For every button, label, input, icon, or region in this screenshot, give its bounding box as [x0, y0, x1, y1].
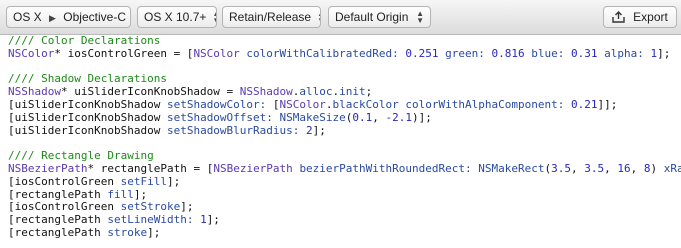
- export-label: Export: [633, 10, 668, 24]
- code-token: )];: [412, 110, 432, 124]
- origin-label: Default Origin: [335, 10, 409, 24]
- code-token: [rectanglePath: [8, 213, 108, 227]
- up-down-arrows-icon: ▲▼: [317, 10, 320, 25]
- code-token: alpha:: [604, 46, 644, 60]
- code-token: 0.251: [405, 46, 439, 60]
- code-token: 0.816: [491, 46, 525, 60]
- code-token: ];: [180, 200, 194, 214]
- code-token: 0.21: [570, 97, 598, 111]
- code-token: * uiSliderIconKnobShadow =: [60, 85, 240, 99]
- code-token: ];: [657, 46, 671, 60]
- code-token: 16: [617, 161, 631, 175]
- code-token: [rectanglePath: [8, 187, 108, 201]
- code-token: setStroke: [120, 200, 181, 214]
- code-token: NSColor: [279, 97, 326, 111]
- code-token: -2.1: [385, 110, 413, 124]
- code-token: 0.1: [352, 110, 373, 124]
- share-icon: [612, 11, 625, 23]
- code-token: setFill: [120, 174, 167, 188]
- code-token: ];: [166, 174, 181, 188]
- code-token: [uiSliderIconKnobShadow: [8, 97, 167, 111]
- language-platform-label: OS X: [13, 10, 42, 24]
- code-token: fill: [107, 187, 134, 201]
- code-token: ];: [133, 187, 148, 201]
- code-token: * iosControlGreen = [: [54, 46, 194, 60]
- chevron-right-icon: ▶: [49, 13, 56, 23]
- code-token: [iosControlGreen: [8, 200, 121, 214]
- code-token: NSColor: [193, 46, 240, 60]
- code-token: .: [325, 97, 333, 111]
- up-down-arrows-icon: ▲▼: [212, 10, 216, 25]
- code-token: 1: [200, 213, 207, 227]
- up-down-arrows-icon: ▲▼: [416, 9, 424, 25]
- code-token: ];: [147, 225, 161, 239]
- code-token: //// Shadow Declarations: [8, 72, 167, 86]
- code-token: ,: [630, 161, 644, 175]
- code-token: colorWithCalibratedRed:: [246, 46, 399, 60]
- code-token: bezierPathWithRoundedRect:: [299, 161, 472, 175]
- code-token: NSMakeRect: [478, 161, 545, 175]
- code-token: NSShadow: [239, 85, 293, 99]
- code-token: init: [339, 85, 366, 99]
- code-token: [uiSliderIconKnobShadow: [8, 110, 167, 124]
- language-name-label: Objective-C: [63, 10, 126, 24]
- toolbar: OS X ▶ Objective-C ▲▼ OS X 10.7+ ▲▼ Reta…: [0, 0, 681, 35]
- code-token: ];: [312, 123, 326, 137]
- code-token: NSColor: [8, 46, 55, 60]
- code-token: blackColor: [332, 97, 399, 111]
- code-token: NSShadow: [8, 85, 61, 99]
- code-token: blue:: [531, 46, 565, 60]
- code-token: NSMakeSize: [279, 110, 346, 124]
- code-token: [: [266, 97, 280, 111]
- code-token: green:: [445, 46, 485, 60]
- code-token: alloc: [299, 85, 333, 99]
- os-version-label: OS X 10.7+: [144, 10, 207, 24]
- code-token: NSBezierPath: [213, 161, 293, 175]
- code-token: NSBezierPath: [8, 161, 88, 175]
- code-token: setShadowOffset:: [166, 110, 273, 124]
- memory-mode-popup-button[interactable]: Retain/Release ▲▼: [222, 6, 321, 28]
- language-popup-button[interactable]: OS X ▶ Objective-C ▲▼: [6, 6, 131, 28]
- code-token: 3.5: [551, 161, 571, 175]
- code-token: 0.31: [571, 46, 598, 60]
- code-token: //// Color Declarations: [8, 35, 161, 47]
- code-token: ];: [206, 213, 220, 227]
- code-token: 2: [306, 123, 313, 137]
- memory-mode-label: Retain/Release: [229, 10, 312, 24]
- code-token: xRa: [663, 161, 681, 175]
- code-token: colorWithAlphaComponent:: [405, 97, 565, 111]
- code-token: [rectanglePath: [8, 225, 108, 239]
- code-token: ]];: [597, 97, 618, 111]
- code-token: * rectanglePath = [: [87, 161, 214, 175]
- code-line: NSColor* iosControlGreen = [NSColor colo…: [8, 46, 681, 61]
- code-token: ,: [372, 110, 386, 124]
- export-button[interactable]: Export: [603, 6, 677, 28]
- code-line: [rectanglePath stroke];: [8, 225, 681, 240]
- code-token: [uiSliderIconKnobShadow: [8, 123, 167, 137]
- code-line: [uiSliderIconKnobShadow setShadowBlurRad…: [8, 123, 681, 138]
- code-token: [iosControlGreen: [8, 174, 121, 188]
- code-token: ;: [365, 85, 373, 99]
- code-token: stroke: [107, 225, 148, 239]
- code-token: 3.5: [584, 161, 605, 175]
- code-view[interactable]: //// Color Declarations NSColor* iosContr…: [0, 35, 681, 248]
- code-token: //// Rectangle Drawing: [8, 149, 154, 163]
- os-version-popup-button[interactable]: OS X 10.7+ ▲▼: [137, 6, 217, 28]
- code-token: setShadowColor:: [166, 97, 267, 111]
- code-token: ): [650, 161, 664, 175]
- origin-popup-button[interactable]: Default Origin ▲ ▼: [328, 6, 431, 28]
- code-token: ,: [604, 161, 618, 175]
- code-token: setShadowBlurRadius:: [166, 123, 300, 137]
- code-token: ,: [570, 161, 585, 175]
- code-token: setLineWidth:: [107, 213, 194, 227]
